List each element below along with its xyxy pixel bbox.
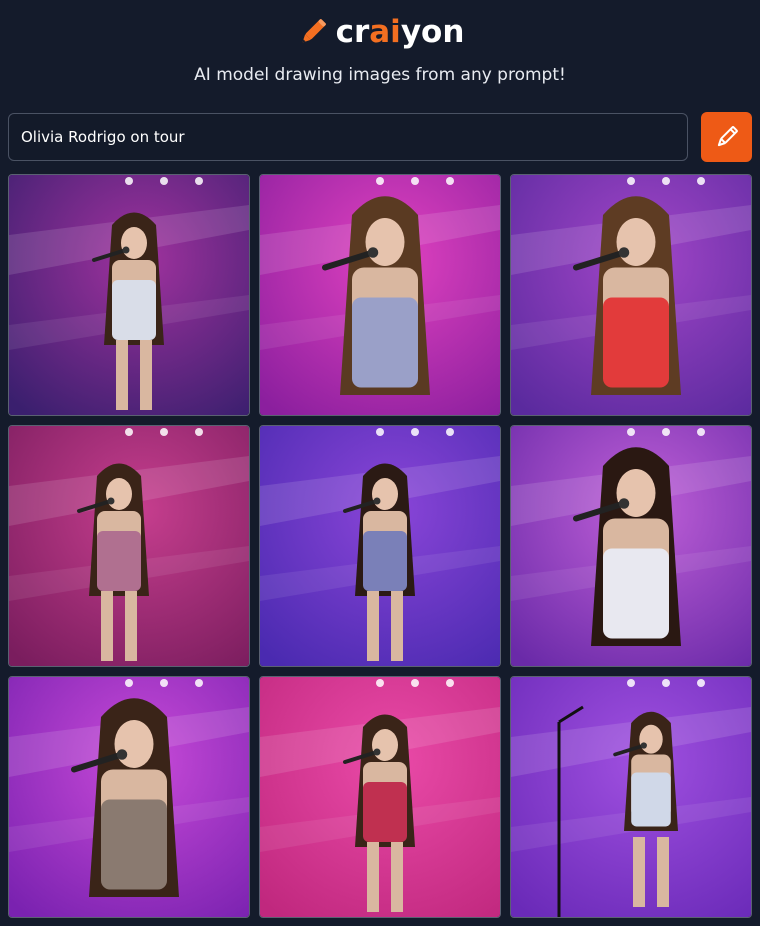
draw-button[interactable] — [701, 112, 752, 162]
generated-image-4[interactable] — [8, 425, 250, 667]
generated-image-9[interactable] — [510, 676, 752, 918]
generated-image-render — [9, 426, 249, 666]
generated-image-2[interactable] — [259, 174, 501, 416]
prompt-field[interactable] — [8, 113, 688, 161]
generated-image-render — [511, 175, 751, 415]
header: craiyon — [0, 10, 760, 54]
generated-image-render — [511, 426, 751, 666]
generated-image-render — [9, 175, 249, 415]
brand-prefix: cr — [335, 13, 370, 50]
brand-ai: ai — [369, 13, 401, 50]
generated-image-render — [260, 426, 500, 666]
tagline: AI model drawing images from any prompt! — [194, 65, 566, 85]
generated-image-8[interactable] — [259, 676, 501, 918]
brand-suffix: yon — [400, 13, 465, 50]
pencil-icon[interactable] — [296, 15, 330, 49]
generated-image-render — [511, 677, 751, 917]
generated-image-5[interactable] — [259, 425, 501, 667]
craiyon-page: craiyon AI model drawing images from any… — [0, 0, 760, 926]
brand-logo-text[interactable]: craiyon — [335, 13, 465, 50]
generated-image-1[interactable] — [8, 174, 250, 416]
generated-image-render — [260, 677, 500, 917]
image-gallery — [8, 174, 752, 918]
prompt-input[interactable] — [21, 128, 675, 146]
generated-image-6[interactable] — [510, 425, 752, 667]
generated-image-render — [9, 677, 249, 917]
generated-image-7[interactable] — [8, 676, 250, 918]
generated-image-3[interactable] — [510, 174, 752, 416]
generated-image-render — [260, 175, 500, 415]
pencil-icon — [717, 126, 738, 147]
